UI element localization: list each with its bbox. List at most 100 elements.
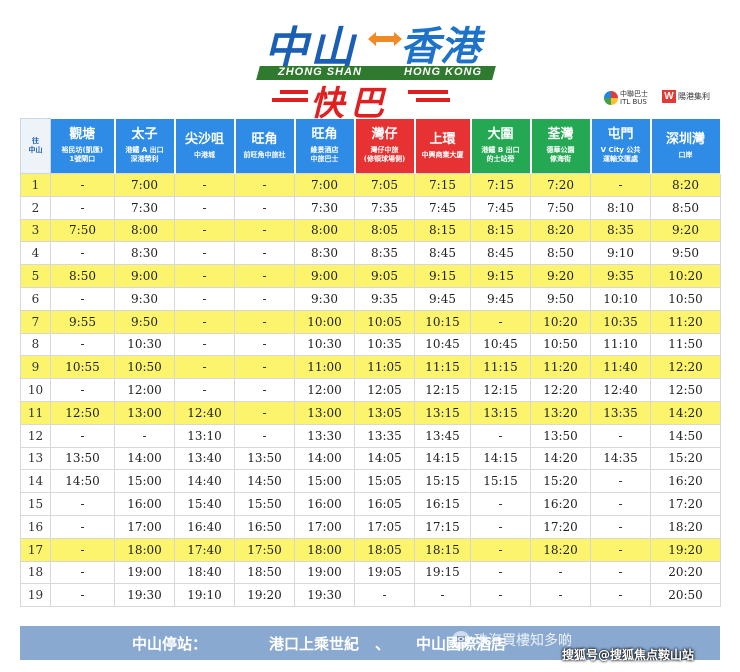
departure-time: 14:20 xyxy=(650,400,721,425)
table-row: 14 14:50 15:00 14:40 14:50 15:00 15:05 15:15 15:… xyxy=(20,469,721,494)
departure-time: 11:20 xyxy=(650,309,721,334)
departure-time: 16:50 xyxy=(234,514,295,539)
partner2-name: 陽港集利 xyxy=(678,92,710,101)
table-row: 18-19:00 18:40 18:50 19:00 19:05 19:15- - -20:2… xyxy=(20,560,721,585)
table-row: 11 12:50 13:00 12:40-13:00 13:05 13:15 13:15 13… xyxy=(20,400,721,425)
timetable: 往中山 觀塘 裕民坊(凱匯) 1號閘口 太子 港鐵 A 出口 深港榮利 尖沙咀 中港城 旺角 前旺… xyxy=(20,118,722,618)
departure-time: 10:00 xyxy=(294,309,355,334)
departure-time: 19:20 xyxy=(234,583,295,608)
watermark-text: 珠海買樓知多啲 xyxy=(474,633,572,649)
departure-time: - xyxy=(590,514,651,539)
departure-time: - xyxy=(470,309,531,334)
departure-time: 19:30 xyxy=(294,583,355,608)
departure-time: 14:50 xyxy=(234,469,295,494)
station-header: 大圍 港鐵 B 出口 的士站旁 xyxy=(470,118,532,174)
departure-time: - xyxy=(50,583,115,608)
departure-time: - xyxy=(174,195,235,220)
station-name: 上環 xyxy=(429,131,456,147)
departure-time: 7:15 xyxy=(414,173,471,197)
partner-icon xyxy=(604,91,618,105)
departure-time: 13:50 xyxy=(234,446,295,471)
departure-time: 16:05 xyxy=(354,492,415,516)
departure-time: 12:00 xyxy=(294,378,355,402)
departure-time: - xyxy=(530,560,591,585)
departure-time: - xyxy=(50,492,115,516)
departure-time: 15:05 xyxy=(354,469,415,494)
departure-time: - xyxy=(590,173,651,197)
departure-time: 13:05 xyxy=(354,400,415,425)
trip-number: 5 xyxy=(20,264,51,288)
trip-number: 18 xyxy=(20,560,51,585)
departure-time: 19:20 xyxy=(650,537,721,562)
trip-number: 16 xyxy=(20,514,51,539)
departure-time: - xyxy=(174,173,235,197)
departure-time: 7:50 xyxy=(530,195,591,220)
departure-time: - xyxy=(174,241,235,266)
station-note: 裕民坊(凱匯) 1號閘口 xyxy=(61,146,103,164)
departure-time: 14:35 xyxy=(590,446,651,471)
departure-time: 10:50 xyxy=(650,286,721,311)
header-row: 往中山 觀塘 裕民坊(凱匯) 1號閘口 太子 港鐵 A 出口 深港榮利 尖沙咀 中港城 旺角 前旺… xyxy=(20,118,722,174)
departure-time: 8:05 xyxy=(354,218,415,243)
departure-time: 13:00 xyxy=(294,400,355,425)
table-row: 15-16:00 15:40 15:50 16:00 16:05 16:15-16:20-… xyxy=(20,492,721,516)
departure-time: 14:20 xyxy=(530,446,591,471)
trip-number: 7 xyxy=(20,309,51,334)
schedule-table: 往中山 觀塘 裕民坊(凱匯) 1號閘口 太子 港鐵 A 出口 深港榮利 尖沙咀 中港城 旺角 前旺… xyxy=(20,118,722,608)
departure-time: - xyxy=(174,309,235,334)
departure-time: 18:00 xyxy=(294,537,355,562)
departure-time: 15:20 xyxy=(650,446,721,471)
departure-time: 14:15 xyxy=(414,446,471,471)
direction-label: 往中山 xyxy=(20,118,51,174)
departure-time: - xyxy=(174,264,235,288)
departure-time: 13:10 xyxy=(174,423,235,448)
trip-number: 13 xyxy=(20,446,51,471)
departure-time: 12:50 xyxy=(650,378,721,402)
speed-line xyxy=(280,90,308,94)
table-row: 6-9:30- -9:30 9:35 9:45 9:45 9:50 10:10 10:50 xyxy=(20,286,721,311)
departure-time: 11:05 xyxy=(354,355,415,380)
departure-time: - xyxy=(50,286,115,311)
departure-time: 7:45 xyxy=(470,195,531,220)
trip-number: 11 xyxy=(20,400,51,425)
departure-time: 14:00 xyxy=(114,446,175,471)
departure-time: 10:35 xyxy=(354,332,415,357)
departure-time: - xyxy=(50,173,115,197)
departure-time: 10:45 xyxy=(414,332,471,357)
station-header: 旺角 前旺角中旅社 xyxy=(234,118,296,174)
station-name: 灣仔 xyxy=(371,127,398,143)
station-note: 中港城 xyxy=(194,150,215,159)
departure-time: 12:20 xyxy=(650,355,721,380)
trip-number: 14 xyxy=(20,469,51,494)
departure-time: - xyxy=(174,218,235,243)
departure-time: 18:15 xyxy=(414,537,471,562)
departure-time: 11:50 xyxy=(650,332,721,357)
departure-time: 8:45 xyxy=(414,241,471,266)
departure-time: 7:50 xyxy=(50,218,115,243)
departure-time: - xyxy=(174,378,235,402)
departure-time: - xyxy=(590,537,651,562)
departure-time: - xyxy=(50,332,115,357)
departure-time: 14:15 xyxy=(470,446,531,471)
departure-time: 15:15 xyxy=(414,469,471,494)
table-row: 1-7:00- -7:00 7:05 7:15 7:15 7:20-8:20 xyxy=(20,173,721,197)
departure-time: 14:05 xyxy=(354,446,415,471)
departure-time: 8:35 xyxy=(354,241,415,266)
station-name: 屯門 xyxy=(607,127,634,143)
chat-bubble-icon: ✉ xyxy=(452,631,470,649)
departure-time: 17:50 xyxy=(234,537,295,562)
departure-time: - xyxy=(234,264,295,288)
table-row: 17-18:00 17:40 17:50 18:00 18:05 18:15-18:20-… xyxy=(20,537,721,562)
table-row: 12- -13:10-13:30 13:35 13:45-13:50-14:50 xyxy=(20,423,721,448)
departure-time: - xyxy=(234,355,295,380)
departure-time: 13:45 xyxy=(414,423,471,448)
departure-time: 18:20 xyxy=(650,514,721,539)
departure-time: 14:50 xyxy=(650,423,721,448)
departure-time: - xyxy=(470,583,531,608)
station-header: 觀塘 裕民坊(凱匯) 1號閘口 xyxy=(50,118,116,174)
departure-time: 17:15 xyxy=(414,514,471,539)
station-note: 港鐵 B 出口 的士站旁 xyxy=(481,146,520,164)
station-note: 維景酒店 中旅巴士 xyxy=(310,146,339,164)
departure-time: 13:35 xyxy=(590,400,651,425)
station-name: 旺角 xyxy=(311,127,338,143)
